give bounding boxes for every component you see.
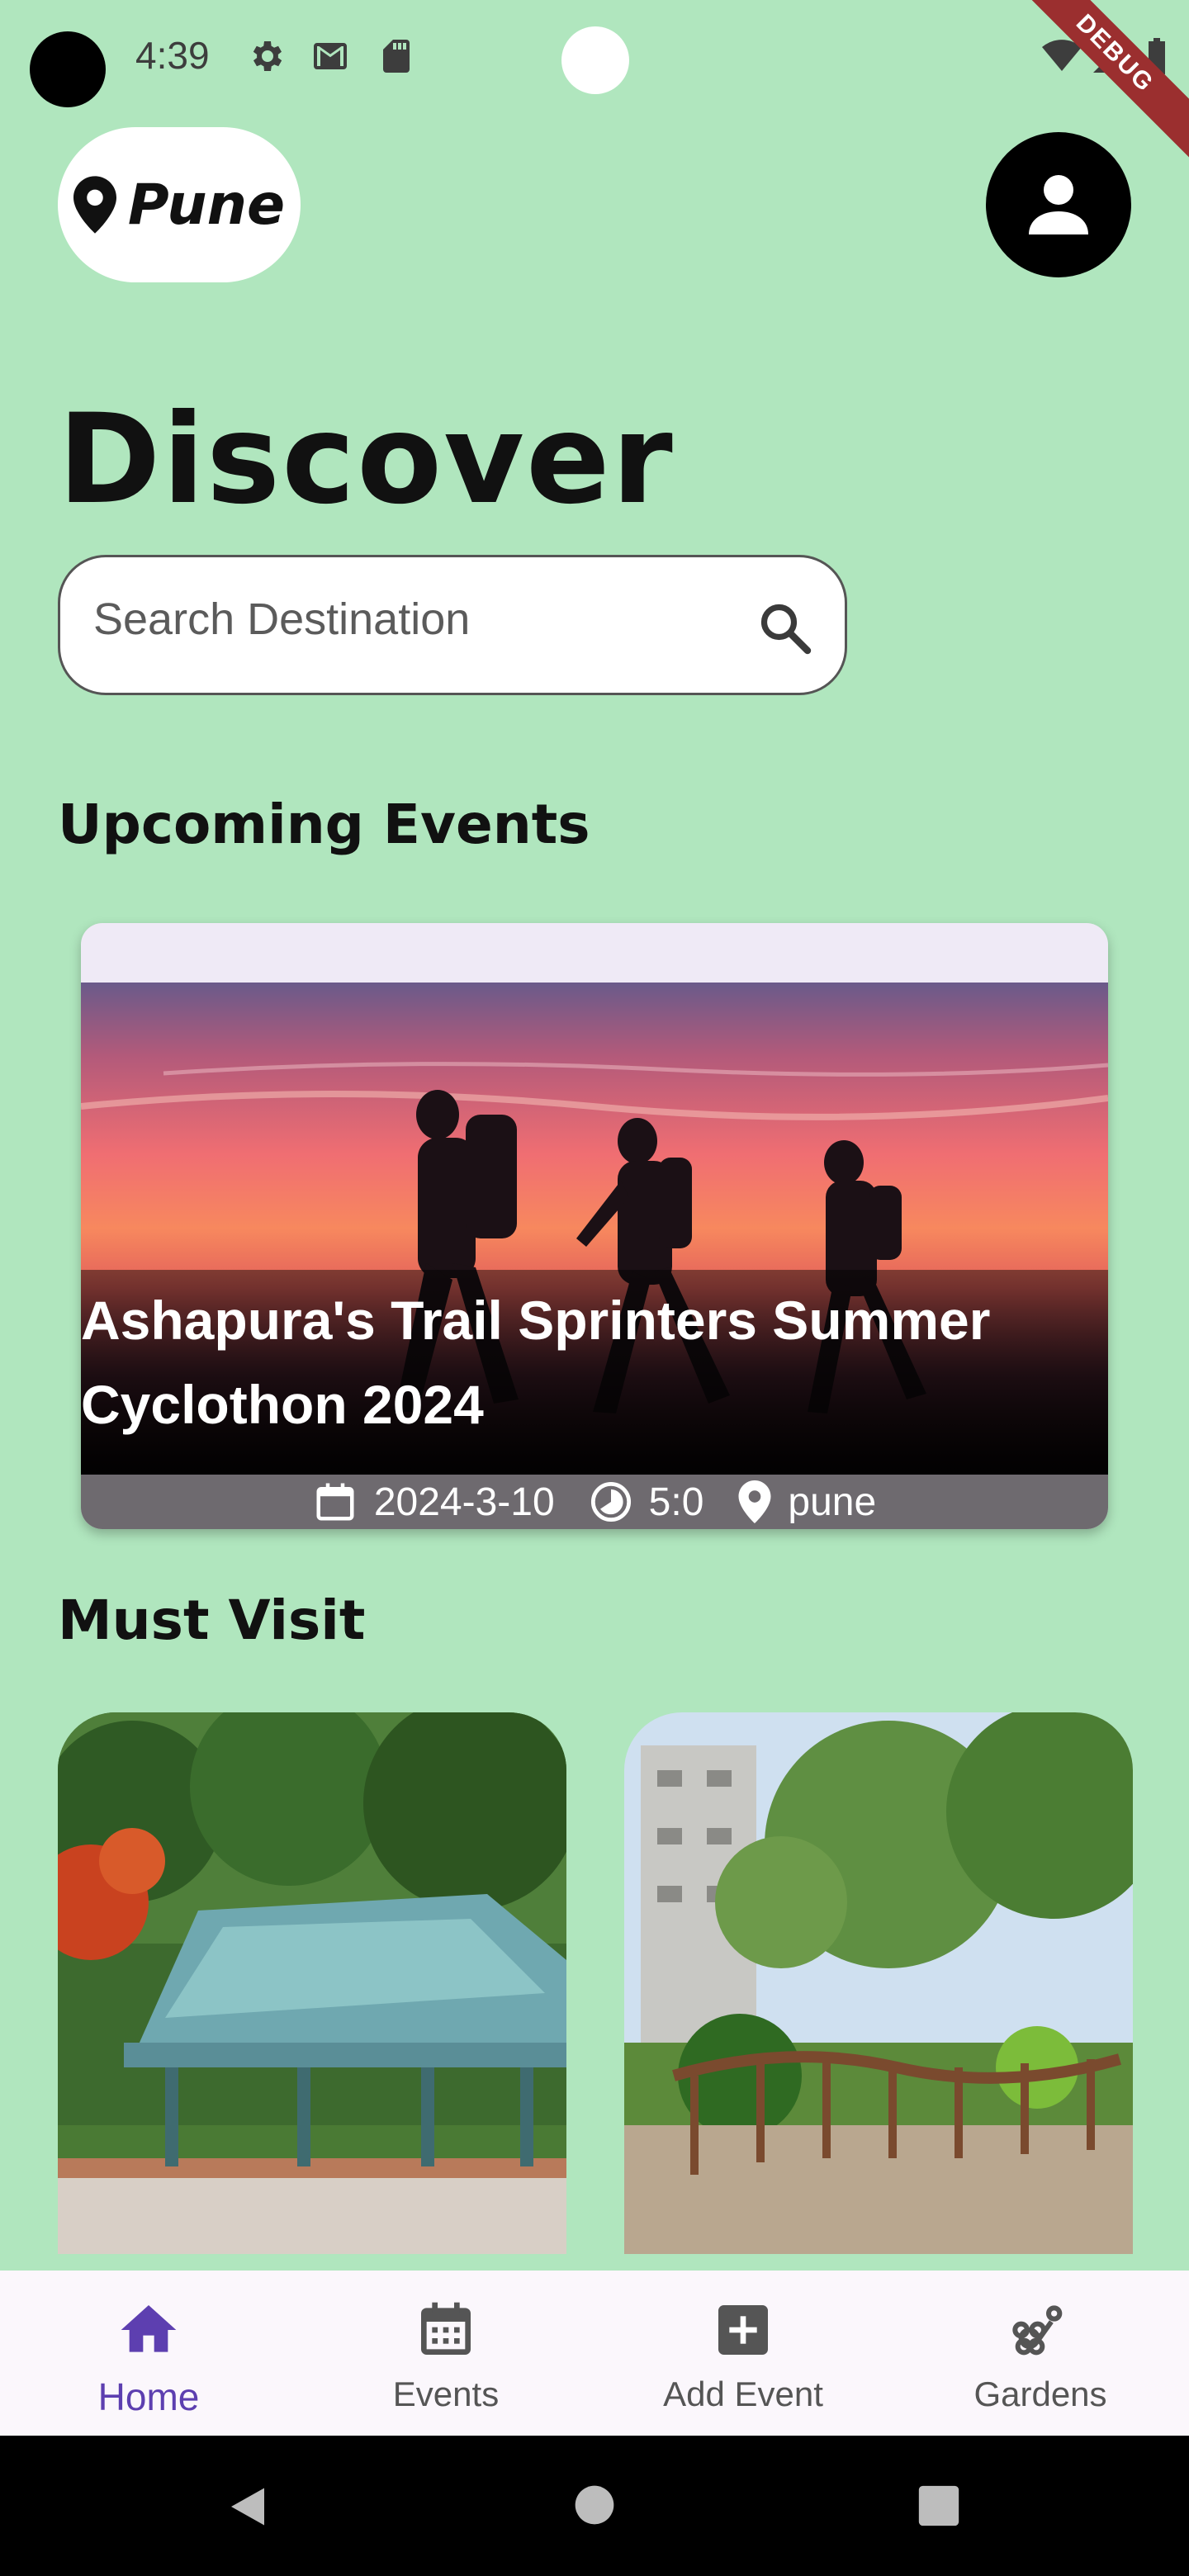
search-placeholder: Search Destination [93, 594, 471, 644]
bottom-navigation: Home Events Add Event Gardens [0, 2271, 1189, 2436]
location-pin-icon [738, 1480, 771, 1523]
sd-card-icon [383, 40, 410, 73]
event-title: Ashapura's Trail Sprinters Summer Cyclot… [81, 1290, 991, 1435]
location-pin-icon [73, 176, 116, 234]
place-image [624, 1712, 1133, 2254]
settings-icon [253, 41, 282, 71]
system-navigation-bar [0, 2436, 1189, 2576]
status-bar: 4:39 DEBUG [0, 0, 1189, 162]
search-icon[interactable] [756, 599, 815, 658]
place-card[interactable] [58, 1712, 566, 2254]
front-camera [561, 26, 629, 94]
upcoming-events-title: Upcoming Events [58, 793, 590, 856]
person-icon [1029, 175, 1088, 234]
place-image [58, 1712, 566, 2254]
location-selector[interactable]: Pune [58, 127, 301, 282]
camera-cutout [30, 31, 106, 107]
nav-add-event[interactable]: Add Event [594, 2271, 892, 2436]
back-icon[interactable] [223, 2482, 272, 2531]
gmail-icon [314, 43, 347, 69]
event-place: pune [788, 1480, 877, 1524]
add-box-icon [718, 2305, 768, 2355]
flower-icon [1012, 2305, 1063, 2356]
search-input[interactable]: Search Destination [58, 555, 847, 695]
home-circle-icon[interactable] [571, 2482, 618, 2528]
calendar-icon [316, 1483, 354, 1521]
nav-gardens[interactable]: Gardens [892, 2271, 1189, 2436]
page-title: Discover [58, 388, 675, 532]
location-label: Pune [127, 172, 286, 238]
nav-label-add-event: Add Event [663, 2375, 823, 2413]
must-visit-title: Must Visit [58, 1589, 366, 1652]
event-card[interactable]: Ashapura's Trail Sprinters Summer Cyclot… [81, 923, 1108, 1529]
event-date: 2024-3-10 [373, 1480, 555, 1524]
clock-icon [590, 1481, 631, 1522]
event-time: 5:0 [648, 1480, 704, 1524]
nav-label-events: Events [392, 2375, 500, 2413]
nav-events[interactable]: Events [297, 2271, 594, 2436]
profile-button[interactable] [986, 132, 1131, 277]
status-time: 4:39 [135, 34, 210, 77]
place-card[interactable] [624, 1712, 1133, 2254]
nav-label-home: Home [97, 2375, 200, 2418]
event-meta-bar: 2024-3-10 5:0 pune [81, 1475, 1108, 1529]
nav-label-gardens: Gardens [973, 2375, 1107, 2413]
recents-icon[interactable] [915, 2482, 963, 2530]
calendar-icon [421, 2302, 471, 2355]
nav-home[interactable]: Home [0, 2271, 297, 2436]
home-icon [121, 2305, 177, 2352]
